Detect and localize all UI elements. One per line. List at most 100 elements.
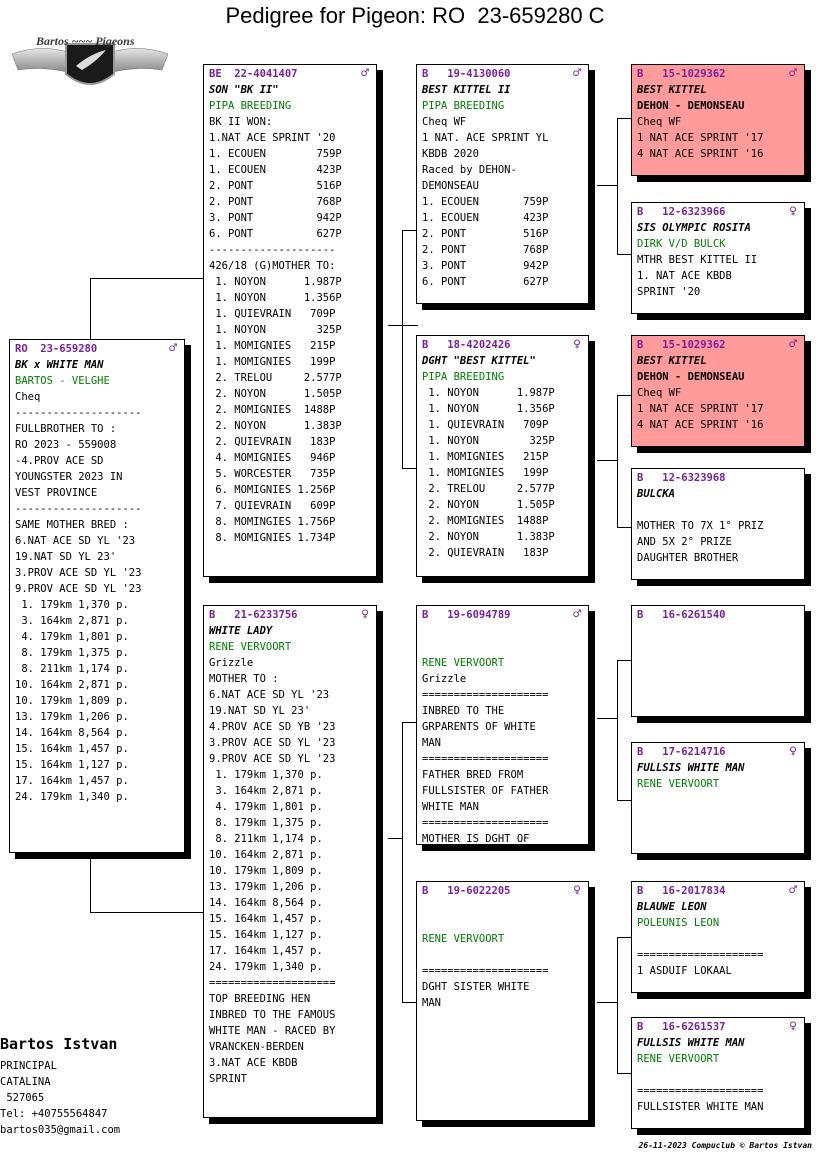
ring-number: B 18-4202426 ♀ [422,337,583,353]
info-line [422,947,583,963]
info-line: 1. MOMIGNIES 215P [209,340,336,352]
info-line: 2. NOYON 1.383P [422,531,555,543]
info-line: 4. MOMIGNIES 946P [209,452,336,464]
info-line: 1 NAT. ACE SPRINT YL [422,132,549,144]
info-line: 8. 179km 1,375 p. [15,647,129,659]
card-sire-dam-dam[interactable]: B 12-6323968 BULCKA MOTHER TO 7X 1° PRIZ AN… [631,468,805,580]
info-line: 2. PONT 516P [422,228,549,240]
info-line: YOUNGSTER 2023 IN [15,471,123,483]
info-line: -------------------- [209,244,336,256]
info-line: 3. PONT 942P [422,260,549,272]
ring-text: B 12-6323968 [637,472,726,484]
info-line: 6.NAT ACE SD YL '23 [209,689,330,701]
card-sire-sire[interactable]: B 19-4130060 ♂ BEST KITTEL II PIPA BREEDING… [416,64,589,304]
card-dam-sire[interactable]: B 19-6094789 ♂ RENE VERVOORT Grizzle =======… [416,605,589,845]
info-line: MOTHER TO : [209,673,279,685]
info-line: 17. 164km 1,457 p. [15,775,129,787]
info-line: BK II WON: [209,116,273,128]
info-line: RO 2023 - 559008 [15,439,117,451]
info-line: 2. PONT 516P [209,180,342,192]
info-line: 24. 179km 1,340 p. [209,961,323,973]
pigeon-name: WHITE LADY [209,625,273,637]
info-line: 9.PROV ACE SD YL '23 [15,583,142,595]
card-father[interactable]: BE 22-4041407 ♂ SON "BK II" PIPA BREEDING BK… [203,64,377,577]
info-line: 24. 179km 1,340 p. [15,791,129,803]
info-line: 4. 179km 1,801 p. [15,631,129,643]
connector [597,460,617,461]
info-line: ==================== [422,965,549,977]
info-line: 1. ECOUEN 423P [209,164,342,176]
male-icon: ♂ [789,883,797,898]
card-dam-dam[interactable]: B 19-6022205 ♀ RENE VERVOORT ==============… [416,881,589,1121]
pigeon-name: FULLSIS WHITE MAN [637,762,745,774]
info-line: TOP BREEDING HEN [209,993,311,1005]
card-dam-sire-sire[interactable]: B 16-6261540 [631,605,805,717]
info-line: 9.PROV ACE SD YL '23 [209,753,336,765]
info-line: VRANCKEN-BERDEN [209,1041,304,1053]
info-line: 2. QUIEVRAIN 183P [422,547,549,559]
card-mother[interactable]: B 21-6233756 ♀ WHITE LADY RENE VERVOORT Griz… [203,605,377,1118]
ring-number: B 12-6323968 [637,470,799,486]
info-line: KBDB 2020 [422,148,479,160]
info-line: 2. QUIEVRAIN 183P [209,436,336,448]
ring-number: B 19-4130060 ♂ [422,66,583,82]
ring-number: B 16-6261537 ♀ [637,1019,799,1035]
card-dam-sire-dam[interactable]: B 17-6214716 ♀ FULLSIS WHITE MAN RENE VERVO… [631,742,805,854]
card-dam-dam-dam[interactable]: B 16-6261537 ♀ FULLSIS WHITE MAN RENE VERVO… [631,1017,805,1129]
info-line: 10. 164km 2,871 p. [209,849,323,861]
connector [597,718,617,719]
breeder-email: bartos035@gmail.com [0,1124,121,1136]
connector [90,855,91,912]
female-icon: ♀ [573,337,581,352]
owner-name: POLEUNIS LEON [637,917,720,929]
info-line: 1 ASDUIF LOKAAL [637,965,732,977]
info-line: 15. 164km 1,457 p. [15,743,129,755]
info-line: 14. 164km 8,564 p. [15,727,129,739]
owner-name: RENE VERVOORT [422,933,505,945]
male-icon: ♂ [573,607,581,622]
card-subject[interactable]: RO 23-659280 ♂ BK x WHITE MAN BARTOS - VELG… [9,339,185,853]
info-line: 2. TRELOU 2.577P [209,372,342,384]
info-line: DGHT SISTER WHITE [422,981,530,993]
ring-text: B 17-6214716 [637,746,726,758]
info-line: 1 NAT ACE SPRINT '17 [637,132,764,144]
male-icon: ♂ [573,66,581,81]
card-sire-sire-sire[interactable]: B 15-1029362 ♂ BEST KITTEL DEHON - DEMONSEA… [631,64,805,176]
info-line: 1. ECOUEN 759P [209,148,342,160]
connector [617,937,618,1073]
ring-text: B 12-6323966 [637,206,726,218]
info-line: 3.NAT ACE KBDB [209,1057,298,1069]
owner-name: DEHON - DEMONSEAU [637,371,745,383]
ring-text: B 16-2017834 [637,885,726,897]
info-line: 2. NOYON 1.505P [209,388,342,400]
info-line: 15. 164km 1,127 p. [209,929,323,941]
info-line: 8. MOMIGNIES 1.734P [209,532,336,544]
connector [402,230,403,468]
owner-name: RENE VERVOORT [637,778,720,790]
info-line: INBRED TO THE FAMOUS [209,1009,336,1021]
owner-name: DEHON - DEMONSEAU [637,100,745,112]
info-line: 13. 179km 1,206 p. [15,711,129,723]
info-line [422,639,583,655]
info-line: 14. 164km 8,564 p. [209,897,323,909]
connector [90,912,204,913]
info-line: FULLBROTHER TO : [15,423,117,435]
pigeon-name: BK x WHITE MAN [15,359,104,371]
pigeon-name: BLAUWE LEON [637,901,707,913]
card-sire-dam[interactable]: B 18-4202426 ♀ DGHT "BEST KITTEL" PIPA BREE… [416,335,589,577]
ring-number: BE 22-4041407 ♂ [209,66,371,82]
info-line: 1. ECOUEN 759P [422,196,549,208]
info-line: Raced by DEHON- [422,164,517,176]
card-sire-sire-dam[interactable]: B 12-6323966 ♀ SIS OLYMPIC ROSITA DIRK V/D … [631,202,805,314]
info-line: Grizzle [209,657,254,669]
card-dam-dam-sire[interactable]: B 16-2017834 ♂ BLAUWE LEON POLEUNIS LEON ===… [631,881,805,993]
card-sire-dam-sire[interactable]: B 15-1029362 ♂ BEST KITTEL DEHON - DEMONSEA… [631,335,805,447]
owner-name: RENE VERVOORT [637,1053,720,1065]
breeder-line: PRINCIPAL [0,1060,57,1072]
connector [617,118,618,254]
connector [90,278,91,340]
info-line: FULLSISTER WHITE MAN [637,1101,764,1113]
info-line: 5. WORCESTER 735P [209,468,336,480]
owner-name: DIRK V/D BULCK [637,238,726,250]
ring-number: B 21-6233756 ♀ [209,607,371,623]
